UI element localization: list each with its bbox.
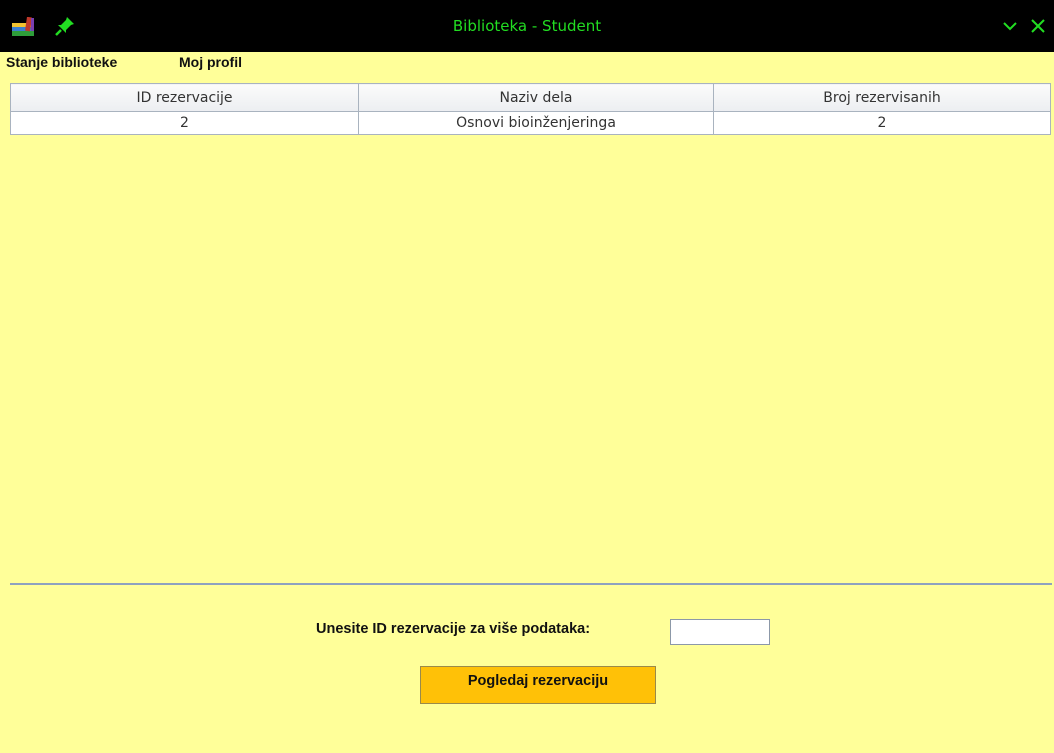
menu-item-moj-profil[interactable]: Moj profil (179, 54, 242, 70)
close-icon[interactable] (1026, 14, 1050, 38)
title-bar (0, 0, 1054, 52)
column-header-title[interactable]: Naziv dela (358, 83, 714, 112)
pin-icon[interactable] (54, 15, 76, 37)
reservation-id-label: Unesite ID rezervacije za više podataka: (316, 621, 591, 637)
menu-item-stanje-biblioteke[interactable]: Stanje biblioteke (6, 54, 117, 70)
books-icon[interactable] (12, 17, 36, 37)
table-cell-title[interactable]: Osnovi bioinženjeringa (358, 111, 714, 135)
table-row[interactable]: 2 Osnovi bioinženjeringa 2 (10, 111, 1051, 135)
panel-divider (10, 583, 1052, 585)
menu-bar: Stanje biblioteke Moj profil (0, 52, 1054, 82)
chevron-down-icon[interactable] (998, 14, 1022, 38)
view-reservation-button[interactable]: Pogledaj rezervaciju (420, 666, 656, 704)
table-header-row: ID rezervacije Naziv dela Broj rezervisa… (10, 83, 1051, 112)
column-header-id[interactable]: ID rezervacije (10, 83, 359, 112)
column-header-count[interactable]: Broj rezervisanih (713, 83, 1051, 112)
reservations-table: ID rezervacije Naziv dela Broj rezervisa… (10, 83, 1051, 135)
table-cell-id[interactable]: 2 (10, 111, 359, 135)
table-cell-count[interactable]: 2 (713, 111, 1051, 135)
reservation-id-input[interactable] (670, 619, 770, 645)
